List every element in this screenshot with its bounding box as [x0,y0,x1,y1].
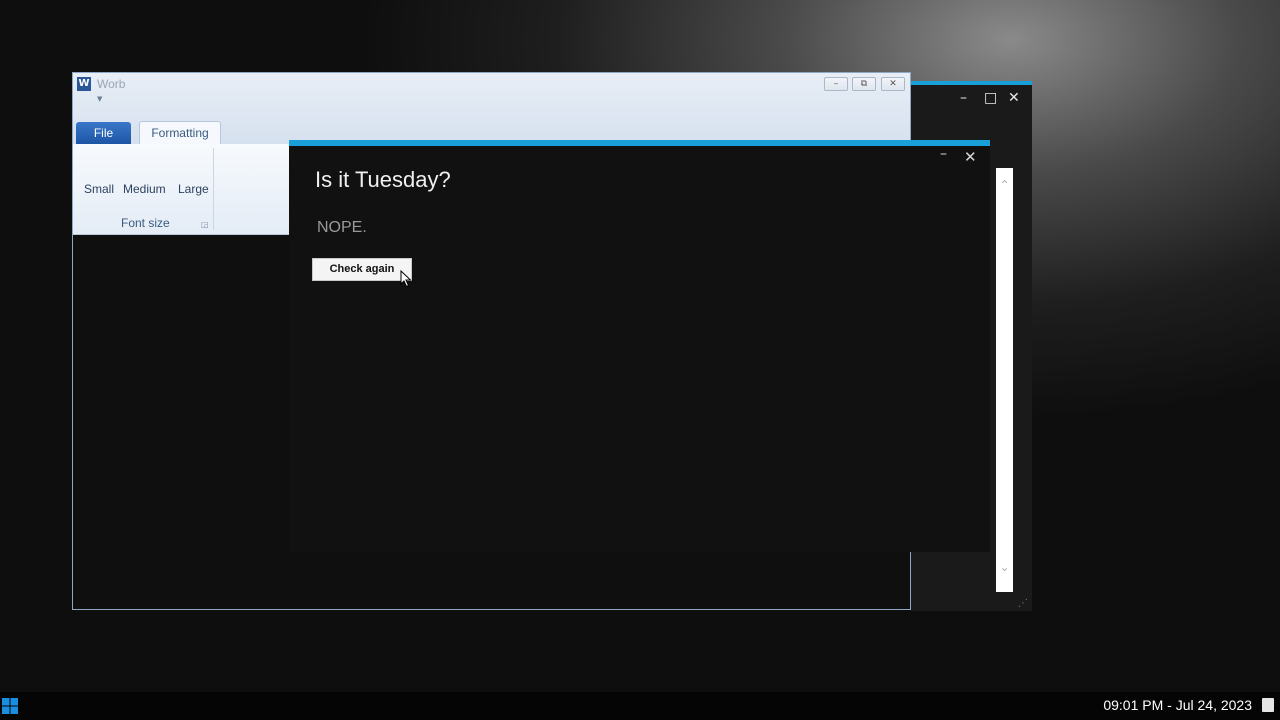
dialog-close-button[interactable]: ✕ [964,148,977,166]
scroll-up-icon[interactable]: ⌃ [998,178,1011,192]
font-size-large-button[interactable]: Large [178,182,209,196]
dialog-heading: Is it Tuesday? [315,167,451,192]
taskbar-clock[interactable]: 09:01 PM - Jul 24, 2023 [1103,697,1252,713]
font-size-medium-button[interactable]: Medium [123,182,166,196]
back-window-maximize-button[interactable]: □ [984,91,997,105]
taskbar: 09:01 PM - Jul 24, 2023 [0,692,1280,720]
word-logo-icon: W [77,77,91,91]
word-minimize-button[interactable]: – [824,77,848,91]
word-close-button[interactable]: ✕ [881,77,905,91]
quick-access-dropdown-icon[interactable]: ▼ [97,95,102,103]
word-restore-button[interactable]: ⧉ [852,77,876,91]
tab-file[interactable]: File [76,122,131,144]
back-window-minimize-button[interactable]: – [960,91,967,105]
font-size-small-button[interactable]: Small [84,182,114,196]
dialog-answer-text: NOPE. [317,219,367,236]
ribbon-group-label: Font size [121,216,170,230]
mouse-cursor-icon [400,270,412,288]
back-window-scrollbar[interactable]: ⌃ ⌄ [996,168,1013,592]
dialog-minimize-button[interactable]: – [940,146,947,162]
back-window-close-button[interactable]: ✕ [1008,91,1020,105]
window-title: Worb [97,77,126,91]
resize-gripper-icon[interactable]: ⋰ [1018,598,1030,610]
dialog-launcher-icon[interactable]: ◲ [201,220,209,229]
tab-formatting[interactable]: Formatting [139,121,221,144]
notification-icon[interactable] [1262,698,1274,712]
scroll-down-icon[interactable]: ⌄ [998,560,1011,574]
windows-logo-icon[interactable] [2,698,18,714]
tuesday-dialog: – ✕ Is it Tuesday? NOPE. Check again [289,140,990,552]
check-again-button[interactable]: Check again [312,258,412,281]
ribbon-group-divider [213,148,214,230]
word-titlebar[interactable]: W Worb ▼ – ⧉ ✕ File Formatting [73,73,910,144]
